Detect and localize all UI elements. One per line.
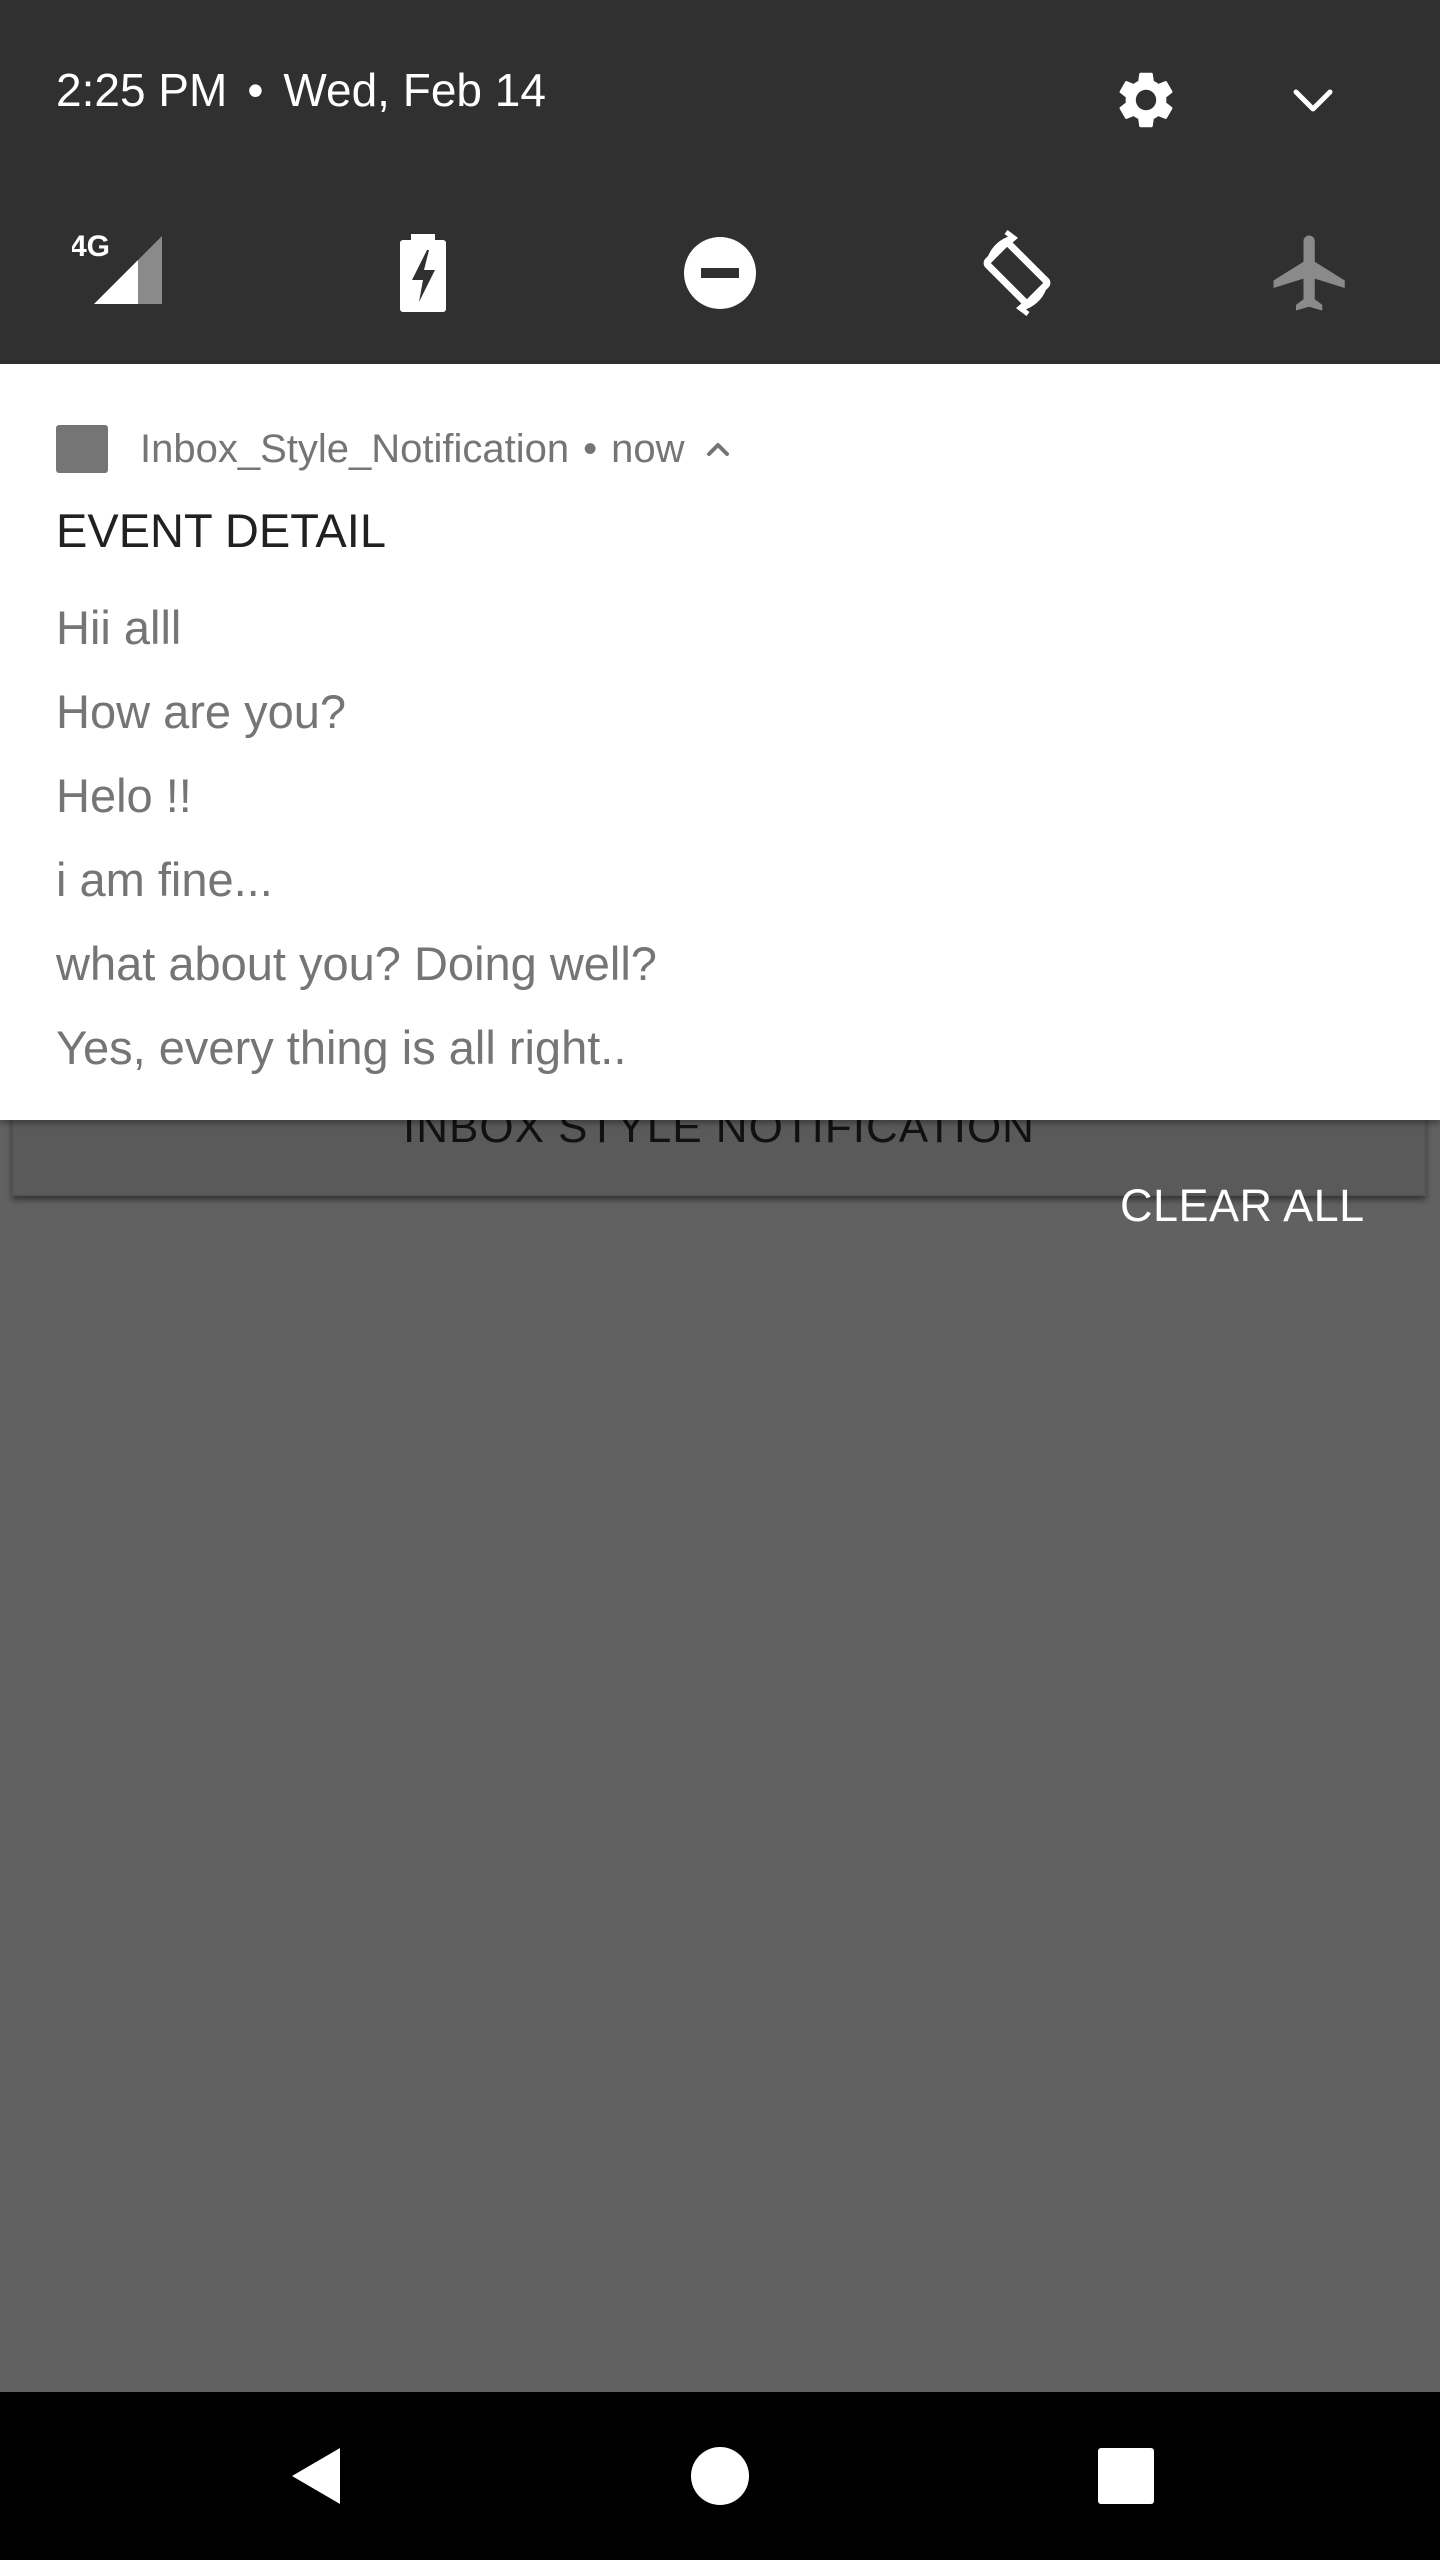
notification-inbox-lines: Hii alll How are you? Helo !! i am fine.… — [56, 586, 657, 1090]
cellular-4g-icon[interactable]: 4G — [72, 228, 162, 318]
notification-line: Yes, every thing is all right.. — [56, 1021, 627, 1074]
shade-separator: • — [247, 64, 264, 116]
notification-header: Inbox_Style_Notification • now — [56, 422, 733, 476]
clear-all-button[interactable]: CLEAR ALL — [1120, 1178, 1365, 1234]
notification-line: what about you? Doing well? — [56, 937, 657, 990]
shade-date-time: 2:25 PM • Wed, Feb 14 — [56, 62, 546, 118]
gear-icon[interactable] — [1112, 66, 1180, 134]
shade-date: Wed, Feb 14 — [283, 64, 546, 116]
airplane-mode-icon[interactable] — [1266, 228, 1356, 318]
app-icon — [56, 425, 108, 473]
back-icon[interactable] — [276, 2436, 356, 2516]
quick-settings-shade: 2:25 PM • Wed, Feb 14 4G — [0, 0, 1440, 364]
notification-line: Hii alll — [56, 601, 182, 654]
chevron-down-icon[interactable] — [1288, 80, 1338, 120]
cellular-4g-label: 4G — [72, 230, 110, 263]
notification-header-separator: • — [583, 426, 598, 471]
auto-rotate-icon[interactable] — [972, 228, 1062, 318]
chevron-up-icon[interactable] — [703, 437, 733, 461]
do-not-disturb-icon[interactable] — [675, 228, 765, 318]
notification-app-name: Inbox_Style_Notification — [140, 426, 570, 471]
notification-line: Helo !! — [56, 769, 192, 822]
shade-time: 2:25 PM — [56, 64, 228, 116]
battery-saver-icon[interactable] — [378, 228, 468, 318]
notification-time: now — [611, 426, 685, 471]
notification-title: EVENT DETAIL — [56, 504, 386, 557]
recents-icon[interactable] — [1086, 2436, 1166, 2516]
notification-line: How are you? — [56, 685, 346, 738]
notification-line: i am fine... — [56, 853, 273, 906]
home-icon[interactable] — [680, 2436, 760, 2516]
notification-card[interactable]: Inbox_Style_Notification • now EVENT DET… — [0, 364, 1440, 1120]
navigation-bar — [0, 2392, 1440, 2560]
